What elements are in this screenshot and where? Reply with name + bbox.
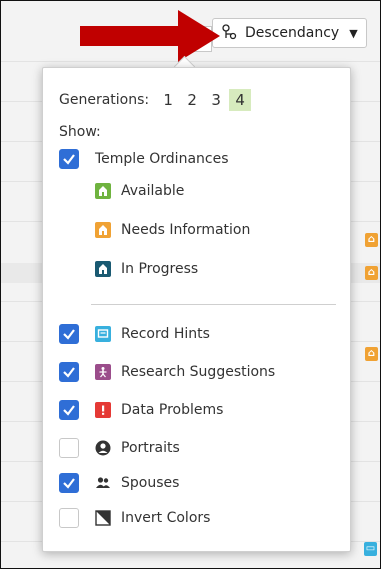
spouses-checkbox[interactable] (59, 473, 79, 493)
record-hint-icon[interactable]: ▭ (364, 542, 377, 556)
invert-colors-icon (95, 510, 111, 526)
generations-row: Generations: 1 2 3 4 (59, 89, 252, 111)
generation-option-2[interactable]: 2 (181, 89, 203, 111)
ordinance-status-needs-information: Needs Information (95, 222, 250, 238)
checkmark-icon (63, 367, 75, 378)
record-hints-label: Record Hints (121, 326, 210, 342)
research-suggestion-icon (95, 364, 111, 380)
data-problems-label: Data Problems (121, 402, 224, 418)
temple-icon (95, 261, 111, 277)
ordinance-status-in-progress: In Progress (95, 261, 198, 277)
temple-ordinances-label: Temple Ordinances (95, 151, 229, 167)
spouses-label: Spouses (121, 475, 180, 491)
generation-option-3[interactable]: 3 (205, 89, 227, 111)
show-label: Show: (59, 124, 101, 140)
generation-option-1[interactable]: 1 (157, 89, 179, 111)
portrait-icon (95, 440, 111, 456)
invert-colors-option[interactable]: Invert Colors (59, 508, 210, 528)
checkmark-icon (63, 405, 75, 416)
spouses-icon (95, 475, 111, 491)
data-problems-option[interactable]: Data Problems (59, 400, 223, 420)
research-suggestions-checkbox[interactable] (59, 362, 79, 382)
research-suggestions-label: Research Suggestions (121, 364, 276, 380)
temple-ordinances-checkbox[interactable] (59, 149, 79, 169)
chevron-down-icon: ▼ (349, 26, 358, 40)
red-arrow-annotation (80, 10, 220, 62)
invert-colors-checkbox[interactable] (59, 508, 79, 528)
temple-icon[interactable]: ⌂ (365, 347, 378, 361)
record-hint-icon (95, 326, 111, 342)
menu-divider (91, 304, 336, 305)
ordinance-status-available: Available (95, 183, 184, 199)
research-suggestions-option[interactable]: Research Suggestions (59, 362, 275, 382)
checkmark-icon (63, 478, 75, 489)
data-problems-checkbox[interactable] (59, 400, 79, 420)
temple-icon[interactable]: ⌂ (365, 266, 378, 280)
temple-icon[interactable]: ⌂ (365, 233, 378, 247)
view-selector-label: Descendancy (245, 25, 340, 41)
invert-colors-label: Invert Colors (121, 510, 211, 526)
view-selector-button[interactable]: Descendancy ▼ (212, 18, 367, 48)
descendancy-options-menu: Generations: 1 2 3 4 Show: Temple Ordina… (42, 67, 351, 552)
portraits-checkbox[interactable] (59, 438, 79, 458)
show-heading-row: Show: (59, 124, 101, 140)
temple-icon (95, 183, 111, 199)
needs-information-label: Needs Information (121, 222, 251, 238)
portraits-option[interactable]: Portraits (59, 438, 180, 458)
available-label: Available (121, 183, 185, 199)
generation-option-4[interactable]: 4 (229, 89, 252, 111)
in-progress-label: In Progress (121, 261, 199, 277)
temple-icon (95, 222, 111, 238)
record-hints-checkbox[interactable] (59, 324, 79, 344)
generations-label: Generations: (59, 92, 150, 108)
portraits-label: Portraits (121, 440, 180, 456)
record-hints-option[interactable]: Record Hints (59, 324, 210, 344)
spouses-option[interactable]: Spouses (59, 473, 179, 493)
checkmark-icon (63, 329, 75, 340)
checkmark-icon (63, 154, 75, 165)
data-problem-icon (95, 402, 111, 418)
temple-ordinances-option[interactable]: Temple Ordinances (59, 149, 229, 169)
